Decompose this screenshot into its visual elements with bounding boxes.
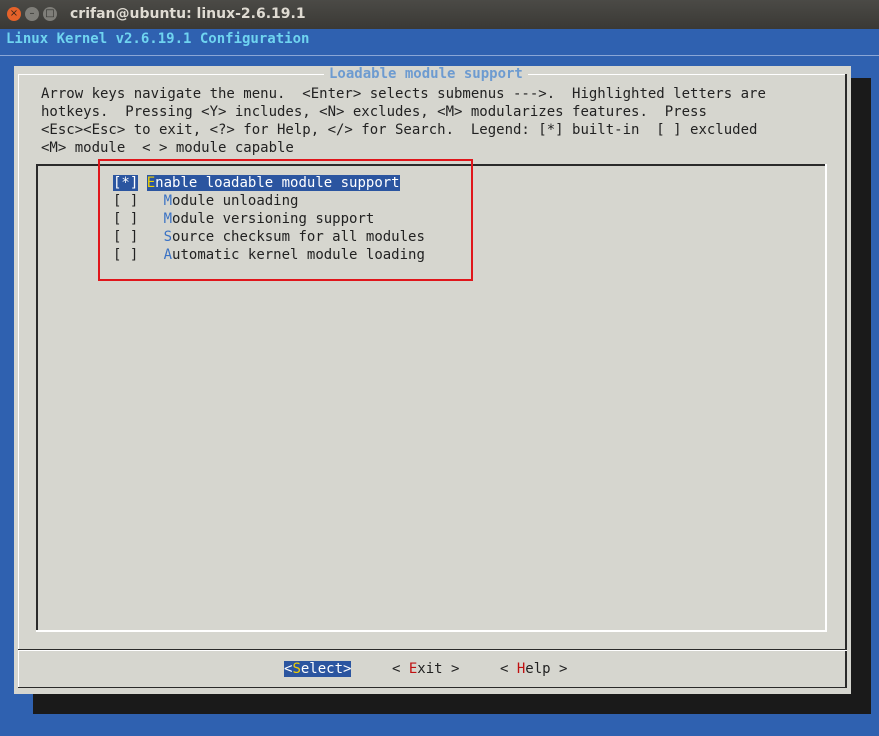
dialog-shadow-bottom [33,694,871,714]
select-button[interactable]: <Select> [284,661,352,677]
button-label: elect [300,661,344,677]
button-bracket: < [392,661,409,677]
button-bracket: > [442,661,460,677]
annotation-highlight-box [98,159,473,281]
button-bracket: < [500,661,517,677]
help-line: <M> module < > module capable [41,140,294,156]
dialog-border-bottom [18,687,847,688]
button-bracket: > [550,661,568,677]
help-line: <Esc><Esc> to exit, <?> for Help, </> fo… [41,122,758,138]
help-text: Arrow keys navigate the menu. <Enter> se… [41,85,766,157]
button-label: elp [525,661,551,677]
config-backtitle: Linux Kernel v2.6.19.1 Configuration [6,31,310,47]
window-titlebar: × – □ crifan@ubuntu: linux-2.6.19.1 [0,0,879,29]
button-bar-divider [18,650,847,651]
minimize-window-button[interactable]: – [25,7,39,21]
window-title: crifan@ubuntu: linux-2.6.19.1 [70,6,306,22]
backtitle-divider [0,55,879,56]
menu-border-bottom [36,630,827,632]
help-button[interactable]: < Help > [500,661,567,677]
help-line: Arrow keys navigate the menu. <Enter> se… [41,86,766,102]
dialog-title: Loadable module support [324,66,528,82]
maximize-window-button[interactable]: □ [43,7,57,21]
menu-border-left [36,164,38,632]
dialog-border-right [845,74,847,688]
dialog-shadow-right [851,78,871,714]
exit-button[interactable]: < Exit > [392,661,459,677]
button-hotkey: S [292,661,301,677]
button-bracket: > [343,661,352,677]
dialog-border-left [18,74,19,688]
menu-border-right [825,164,827,632]
help-line: hotkeys. Pressing <Y> includes, <N> excl… [41,104,707,120]
close-window-button[interactable]: × [7,7,21,21]
button-label: xit [417,661,443,677]
